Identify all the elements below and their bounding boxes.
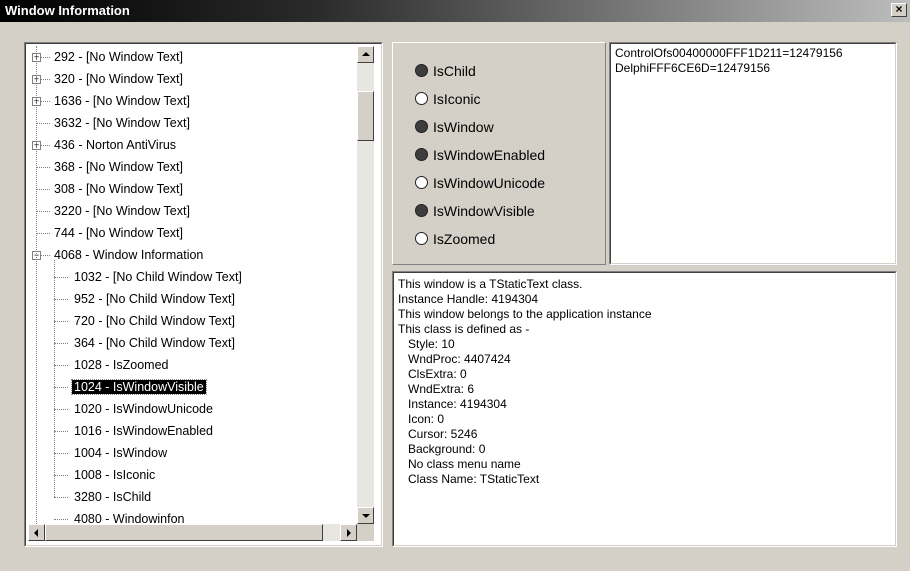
title-bar: Window Information ×	[0, 0, 910, 22]
tree-connector	[54, 497, 68, 498]
tree-connector	[54, 453, 68, 454]
tree-item[interactable]: 1636 - [No Window Text]	[52, 90, 192, 112]
tree-item-label: 952 - [No Child Window Text]	[74, 292, 235, 306]
scroll-right-button[interactable]	[340, 524, 357, 541]
tree-item-label: 292 - [No Window Text]	[54, 50, 183, 64]
flag-label: IsWindow	[433, 119, 494, 135]
scroll-up-button[interactable]	[357, 46, 374, 63]
tree-connector	[54, 343, 68, 344]
tree-connector	[36, 123, 50, 124]
tree-item[interactable]: 308 - [No Window Text]	[52, 178, 185, 200]
radio-indicator[interactable]	[415, 64, 428, 77]
tree-item-label: 3220 - [No Window Text]	[54, 204, 190, 218]
radio-indicator[interactable]	[415, 204, 428, 217]
tree-connector	[36, 189, 50, 190]
tree-item-label: 3280 - IsChild	[74, 490, 152, 504]
tree-item[interactable]: 320 - [No Window Text]	[52, 68, 185, 90]
tree-connector	[54, 299, 68, 300]
properties-box[interactable]: ControlOfs00400000FFF1D211=12479156 Delp…	[609, 42, 897, 265]
radio-indicator[interactable]	[415, 176, 428, 189]
tree-item[interactable]: 1008 - IsIconic	[72, 464, 157, 486]
tree-item[interactable]: 368 - [No Window Text]	[52, 156, 185, 178]
tree-item[interactable]: 952 - [No Child Window Text]	[72, 288, 237, 310]
tree-list: 292 - [No Window Text] +320 - [No Window …	[28, 46, 357, 540]
tree-connector	[54, 519, 68, 520]
tree-item-label: 1008 - IsIconic	[74, 468, 156, 482]
close-icon: ×	[895, 2, 903, 16]
tree-item[interactable]: 720 - [No Child Window Text]	[72, 310, 237, 332]
tree-connector	[36, 211, 50, 212]
tree-horizontal-scrollbar[interactable]	[28, 524, 357, 541]
radio-indicator[interactable]	[415, 232, 428, 245]
tree-item[interactable]: 1024 - IsWindowVisible	[71, 376, 207, 398]
tree-item-label: 368 - [No Window Text]	[54, 160, 183, 174]
tree-item[interactable]: 436 - Norton AntiVirus	[52, 134, 178, 156]
tree-connector	[54, 277, 68, 278]
properties-text: ControlOfs00400000FFF1D211=12479156 Delp…	[615, 46, 843, 75]
tree-item[interactable]: 364 - [No Child Window Text]	[72, 332, 237, 354]
tree-connector	[54, 321, 68, 322]
tree-item-label: 720 - [No Child Window Text]	[74, 314, 235, 328]
tree-item-label: 436 - Norton AntiVirus	[54, 138, 177, 152]
tree-root-line	[36, 46, 37, 530]
tree-connector	[54, 475, 68, 476]
scroll-down-button[interactable]	[357, 507, 374, 524]
flag-label: IsZoomed	[433, 231, 496, 247]
tree-item-label: 1024 - IsWindowVisible	[71, 379, 207, 395]
tree-connector	[54, 431, 68, 432]
radio-indicator[interactable]	[415, 148, 428, 161]
tree-item-label: 3632 - [No Window Text]	[54, 116, 190, 130]
tree-item-label: 744 - [No Window Text]	[54, 226, 183, 240]
window-flags-panel: IsChild IsIconic IsWindow IsWindowEnabled Is…	[392, 42, 606, 265]
tree-connector	[36, 167, 50, 168]
tree-item[interactable]: 3220 - [No Window Text]	[52, 200, 192, 222]
tree-connector	[54, 409, 68, 410]
flag-label: IsWindowUnicode	[433, 175, 546, 191]
tree-item-label: 1004 - IsWindow	[74, 446, 168, 460]
tree-item-label: 1028 - IsZoomed	[74, 358, 169, 372]
tree-item[interactable]: 1016 - IsWindowEnabled	[72, 420, 215, 442]
scroll-left-button[interactable]	[28, 524, 45, 541]
tree-item[interactable]: 3280 - IsChild	[72, 486, 153, 508]
tree-item-label: 4068 - Window Information	[54, 248, 204, 262]
tree-item-label: 1032 - [No Child Window Text]	[74, 270, 242, 284]
tree-item-label: 308 - [No Window Text]	[54, 182, 183, 196]
tree-item-label: 364 - [No Child Window Text]	[74, 336, 235, 350]
tree-connector	[36, 233, 50, 234]
tree-connector	[54, 365, 68, 366]
flag-label: IsWindowVisible	[433, 203, 535, 219]
tree-item-label: 1016 - IsWindowEnabled	[74, 424, 213, 438]
tree-item[interactable]: 1028 - IsZoomed	[72, 354, 171, 376]
window-tree-view[interactable]: 292 - [No Window Text] +320 - [No Window …	[24, 42, 383, 547]
horizontal-scroll-thumb[interactable]	[45, 524, 323, 541]
tree-item[interactable]: 1004 - IsWindow	[72, 442, 169, 464]
radio-indicator[interactable]	[415, 120, 428, 133]
tree-item[interactable]: 1020 - IsWindowUnicode	[72, 398, 215, 420]
class-info-text: This window is a TStaticText class. Inst…	[398, 277, 652, 486]
tree-item[interactable]: 4068 - Window Information	[52, 244, 205, 266]
tree-item-label: 1636 - [No Window Text]	[54, 94, 190, 108]
arrow-right-icon	[347, 529, 351, 537]
flag-label: IsWindowEnabled	[433, 147, 546, 163]
tree-item[interactable]: 744 - [No Window Text]	[52, 222, 185, 244]
tree-item[interactable]: 292 - [No Window Text]	[52, 46, 185, 68]
tree-child-line	[54, 260, 55, 497]
close-button[interactable]: ×	[891, 3, 907, 17]
arrow-up-icon	[362, 52, 370, 56]
tree-item-label: 1020 - IsWindowUnicode	[74, 402, 213, 416]
flag-label: IsChild	[433, 63, 476, 79]
class-info-box[interactable]: This window is a TStaticText class. Inst…	[392, 271, 897, 547]
tree-vertical-scrollbar[interactable]	[357, 46, 374, 524]
scroll-thumb[interactable]	[357, 91, 374, 141]
tree-item[interactable]: 3632 - [No Window Text]	[52, 112, 192, 134]
window-title: Window Information	[5, 3, 130, 18]
arrow-left-icon	[34, 529, 38, 537]
tree-connector	[54, 387, 68, 388]
tree-item-label: 320 - [No Window Text]	[54, 72, 183, 86]
arrow-down-icon	[362, 514, 370, 518]
scrollbar-corner	[357, 524, 374, 541]
tree-item[interactable]: 1032 - [No Child Window Text]	[72, 266, 244, 288]
radio-indicator[interactable]	[415, 92, 428, 105]
flag-label: IsIconic	[433, 91, 481, 107]
